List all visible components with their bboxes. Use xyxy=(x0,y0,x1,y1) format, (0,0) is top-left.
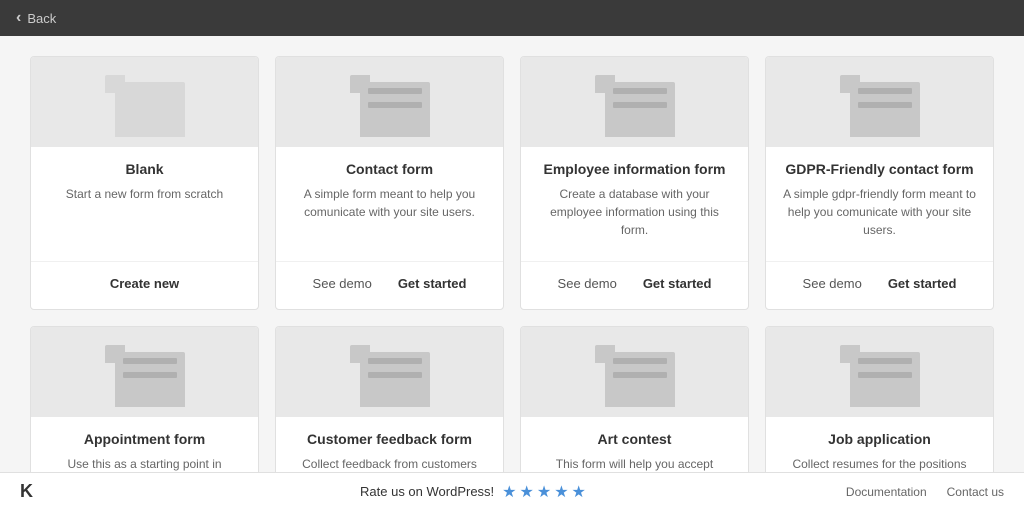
form-body xyxy=(360,352,430,407)
rate-text: Rate us on WordPress! xyxy=(360,484,494,499)
card-preview-blank xyxy=(31,57,258,147)
form-illustration xyxy=(350,67,430,137)
star-4-icon[interactable]: ★ xyxy=(554,482,568,502)
btn-see-demo-contact-form[interactable]: See demo xyxy=(305,272,380,295)
card-preview-employee-info xyxy=(521,57,748,147)
form-body xyxy=(360,82,430,137)
star-2-icon[interactable]: ★ xyxy=(520,482,534,502)
back-label: Back xyxy=(27,11,56,26)
stars-container: ★★★★★ xyxy=(502,482,586,502)
card-art-contest: Art contest This form will help you accep… xyxy=(520,326,749,472)
card-actions-employee-info: See demo Get started xyxy=(521,261,748,309)
card-title-contact-form: Contact form xyxy=(292,161,487,177)
card-body-art-contest: Art contest This form will help you accep… xyxy=(521,417,748,472)
card-body-job-application: Job application Collect resumes for the p… xyxy=(766,417,993,472)
card-preview-contact-form xyxy=(276,57,503,147)
card-title-employee-info: Employee information form xyxy=(537,161,732,177)
star-1-icon[interactable]: ★ xyxy=(502,482,516,502)
card-job-application: Job application Collect resumes for the p… xyxy=(765,326,994,472)
card-gdpr-contact: GDPR-Friendly contact form A simple gdpr-… xyxy=(765,56,994,310)
card-description-art-contest: This form will help you accept registrat… xyxy=(537,455,732,472)
blank-body xyxy=(115,82,185,137)
star-5-icon[interactable]: ★ xyxy=(572,482,586,502)
btn-see-demo-employee-info[interactable]: See demo xyxy=(550,272,625,295)
blank-illustration xyxy=(105,67,185,137)
form-illustration xyxy=(350,337,430,407)
top-bar: Back xyxy=(0,0,1024,36)
card-description-employee-info: Create a database with your employee inf… xyxy=(537,185,732,239)
card-preview-job-application xyxy=(766,327,993,417)
templates-grid: Blank Start a new form from scratch Create… xyxy=(30,56,994,472)
card-blank: Blank Start a new form from scratch Create… xyxy=(30,56,259,310)
card-description-gdpr-contact: A simple gdpr-friendly form meant to hel… xyxy=(782,185,977,239)
card-customer-feedback: Customer feedback form Collect feedback f… xyxy=(275,326,504,472)
card-body-contact-form: Contact form A simple form meant to help … xyxy=(276,147,503,253)
card-preview-art-contest xyxy=(521,327,748,417)
form-illustration xyxy=(840,337,920,407)
card-title-job-application: Job application xyxy=(782,431,977,447)
form-body xyxy=(605,352,675,407)
card-body-appointment: Appointment form Use this as a starting p… xyxy=(31,417,258,472)
form-illustration xyxy=(595,67,675,137)
card-contact-form: Contact form A simple form meant to help … xyxy=(275,56,504,310)
back-button[interactable]: Back xyxy=(16,9,56,27)
card-title-blank: Blank xyxy=(47,161,242,177)
card-body-employee-info: Employee information form Create a databa… xyxy=(521,147,748,253)
btn-see-demo-gdpr-contact[interactable]: See demo xyxy=(795,272,870,295)
form-body xyxy=(115,352,185,407)
card-description-contact-form: A simple form meant to help you comunica… xyxy=(292,185,487,239)
card-actions-blank: Create new xyxy=(31,261,258,309)
form-body xyxy=(850,352,920,407)
form-illustration xyxy=(840,67,920,137)
main-content: Blank Start a new form from scratch Create… xyxy=(0,36,1024,472)
card-preview-gdpr-contact xyxy=(766,57,993,147)
card-body-customer-feedback: Customer feedback form Collect feedback f… xyxy=(276,417,503,472)
card-employee-info: Employee information form Create a databa… xyxy=(520,56,749,310)
card-preview-customer-feedback xyxy=(276,327,503,417)
card-description-job-application: Collect resumes for the positions availa… xyxy=(782,455,977,472)
card-title-appointment: Appointment form xyxy=(47,431,242,447)
logo: K xyxy=(20,481,100,502)
form-illustration xyxy=(105,337,185,407)
card-title-art-contest: Art contest xyxy=(537,431,732,447)
card-description-appointment: Use this as a starting point in building… xyxy=(47,455,242,472)
bottom-link-contact-us[interactable]: Contact us xyxy=(947,485,1004,499)
bottom-bar: K Rate us on WordPress! ★★★★★ Documentat… xyxy=(0,472,1024,510)
card-body-gdpr-contact: GDPR-Friendly contact form A simple gdpr-… xyxy=(766,147,993,253)
form-body xyxy=(850,82,920,137)
back-chevron-icon xyxy=(16,9,21,27)
btn-get-started-employee-info[interactable]: Get started xyxy=(635,272,720,295)
btn-get-started-contact-form[interactable]: Get started xyxy=(390,272,475,295)
form-body xyxy=(605,82,675,137)
bottom-links: Documentation Contact us xyxy=(846,485,1004,499)
card-description-blank: Start a new form from scratch xyxy=(47,185,242,239)
card-description-customer-feedback: Collect feedback from customers and impr… xyxy=(292,455,487,472)
bottom-center: Rate us on WordPress! ★★★★★ xyxy=(100,482,846,502)
card-actions-contact-form: See demo Get started xyxy=(276,261,503,309)
card-body-blank: Blank Start a new form from scratch xyxy=(31,147,258,253)
card-preview-appointment xyxy=(31,327,258,417)
form-illustration xyxy=(595,337,675,407)
btn-create-new-blank[interactable]: Create new xyxy=(102,272,187,295)
card-title-gdpr-contact: GDPR-Friendly contact form xyxy=(782,161,977,177)
star-3-icon[interactable]: ★ xyxy=(537,482,551,502)
card-title-customer-feedback: Customer feedback form xyxy=(292,431,487,447)
btn-get-started-gdpr-contact[interactable]: Get started xyxy=(880,272,965,295)
bottom-link-documentation[interactable]: Documentation xyxy=(846,485,927,499)
card-actions-gdpr-contact: See demo Get started xyxy=(766,261,993,309)
card-appointment: Appointment form Use this as a starting p… xyxy=(30,326,259,472)
